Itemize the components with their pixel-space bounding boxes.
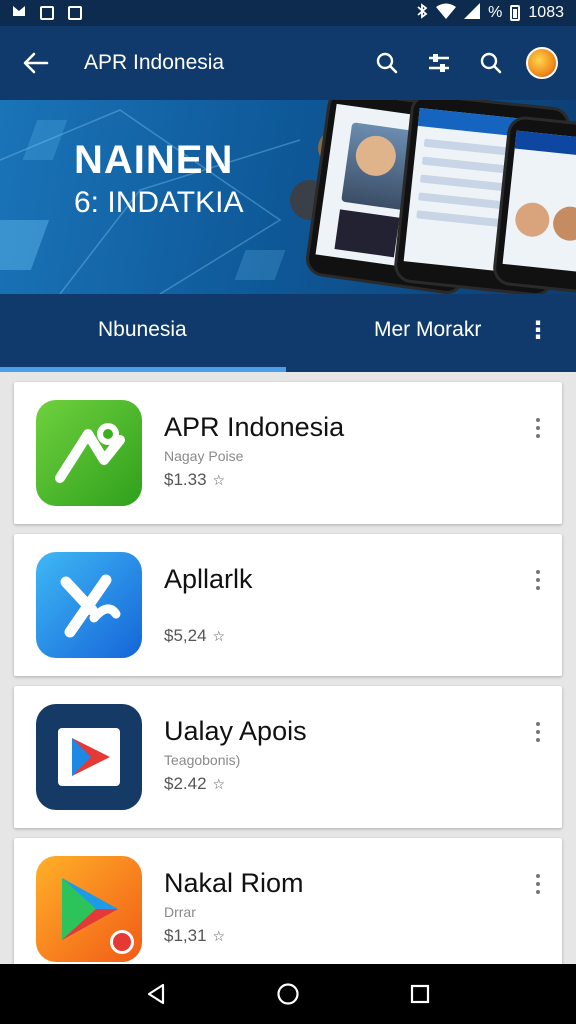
notification-icon	[12, 4, 26, 23]
system-icons: % 1083	[416, 2, 564, 24]
arrow-back-icon	[23, 52, 49, 74]
play-store-icon	[36, 856, 142, 962]
app-name: APR Indonesia	[164, 412, 345, 442]
tab-mer-morakr[interactable]: Mer Morakr	[374, 318, 481, 342]
tune-icon	[429, 54, 449, 72]
search-icon	[376, 52, 398, 74]
app-card[interactable]: Ualay Apois Teagobonis) $2.42 ☆	[14, 686, 562, 828]
more-vert-icon[interactable]: ⋮	[526, 316, 550, 345]
app-name: Ualay Apois	[164, 716, 307, 746]
more-vert-icon[interactable]	[532, 722, 544, 742]
star-icon: ☆	[212, 928, 226, 944]
app-price: $2.42 ☆	[164, 774, 225, 794]
app-notification-icon	[68, 6, 82, 20]
clock: 1083	[528, 4, 564, 21]
nav-recents-button[interactable]	[400, 974, 440, 1014]
play-triangle-icon	[36, 704, 142, 810]
promo-banner[interactable]: NAINEN 6: INDATKIA	[0, 100, 576, 294]
app-card[interactable]: Apllarlk $5,24 ☆	[14, 534, 562, 676]
app-name: Nakal Riom	[164, 868, 304, 898]
app-subtitle: Drrar	[164, 904, 196, 920]
more-vert-icon[interactable]	[532, 418, 544, 438]
green-tile-icon	[36, 400, 142, 506]
photo-notification-icon	[40, 6, 54, 20]
nav-back-button[interactable]	[136, 974, 176, 1014]
star-icon: ☆	[212, 776, 226, 792]
star-icon: ☆	[212, 628, 226, 644]
price-value: $1.33	[164, 470, 207, 489]
app-price: $5,24 ☆	[164, 626, 225, 646]
square-recents-icon	[410, 984, 430, 1004]
app-price: $1.33 ☆	[164, 470, 225, 490]
search-button-secondary[interactable]	[474, 46, 508, 80]
app-card[interactable]: APR Indonesia Nagay Poise $1.33 ☆	[14, 382, 562, 524]
blue-tile-icon	[36, 552, 142, 658]
wifi-icon	[436, 3, 457, 24]
banner-headline: NAINEN	[74, 138, 234, 182]
signal-icon	[464, 2, 481, 24]
more-vert-icon[interactable]	[532, 874, 544, 894]
status-bar: % 1083	[0, 0, 576, 26]
app-subtitle: Nagay Poise	[164, 448, 244, 464]
nav-home-button[interactable]	[268, 974, 308, 1014]
app-bar-actions	[370, 46, 576, 80]
system-navigation-bar	[0, 964, 576, 1024]
tab-nbunesia[interactable]: Nbunesia	[98, 318, 187, 342]
search-icon	[480, 52, 502, 74]
filter-button[interactable]	[422, 46, 456, 80]
app-card[interactable]: Nakal Riom Drrar $1,31 ☆	[14, 838, 562, 964]
circle-home-icon	[277, 983, 299, 1005]
bluetooth-icon	[416, 2, 428, 24]
app-subtitle: Teagobonis)	[164, 752, 241, 768]
tab-bar: Nbunesia Mer Morakr ⋮	[0, 294, 576, 372]
app-name: Apllarlk	[164, 564, 253, 594]
search-button[interactable]	[370, 46, 404, 80]
star-icon: ☆	[212, 472, 226, 488]
price-value: $5,24	[164, 626, 207, 645]
app-bar-title: APR Indonesia	[84, 51, 225, 74]
app-bar: APR Indonesia	[0, 26, 576, 100]
battery-icon	[510, 5, 521, 21]
price-value: $1,31	[164, 926, 207, 945]
battery-text: %	[488, 4, 503, 21]
triangle-back-icon	[147, 983, 165, 1005]
back-button[interactable]	[0, 26, 72, 100]
price-value: $2.42	[164, 774, 207, 793]
account-avatar[interactable]	[526, 47, 558, 79]
notification-icons	[12, 4, 82, 23]
app-list: APR Indonesia Nagay Poise $1.33 ☆ Apllarl…	[0, 372, 576, 964]
more-vert-icon[interactable]	[532, 570, 544, 590]
banner-subheadline: 6: INDATKIA	[74, 186, 244, 219]
app-price: $1,31 ☆	[164, 926, 225, 946]
